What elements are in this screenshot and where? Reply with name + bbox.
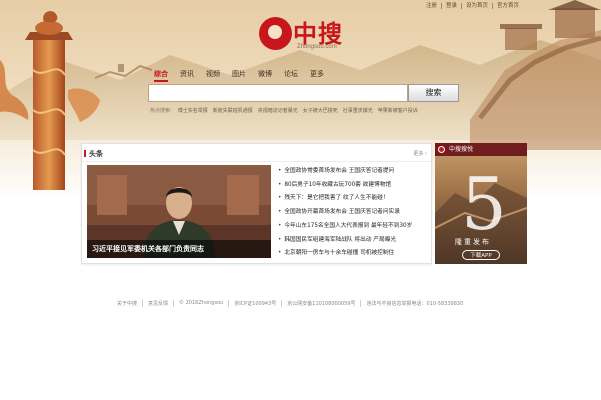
- search-tabs: 综合 资讯 视频 图片 微博 论坛 更多: [154, 69, 336, 82]
- logo-mark-icon: [259, 17, 292, 50]
- headline-photo-caption[interactable]: 习近平接见军委机关各部门负责同志: [87, 240, 271, 258]
- footer-icp-link[interactable]: 京ICP证100943号: [228, 300, 281, 307]
- hot-search-link[interactable]: 央视暗访记者暴光: [258, 107, 298, 114]
- headline-list: 全国政协常委首场发布会 王国庆答记者提问 80后男子10年收藏古玩700套 欲建…: [278, 165, 428, 261]
- promo-subtitle: 隆重发布: [455, 238, 491, 246]
- tab-more[interactable]: 更多: [310, 69, 324, 82]
- search-button[interactable]: 搜索: [408, 84, 459, 102]
- download-app-button[interactable]: 下载APP: [462, 250, 500, 260]
- tab-comprehensive[interactable]: 综合: [154, 69, 168, 82]
- headlines-more-link[interactable]: 更多 ›: [413, 150, 427, 157]
- headline-item[interactable]: 北京朝阳一房车与十余车碰撞 司机被控制住: [278, 247, 428, 261]
- headline-item[interactable]: 80后男子10年收藏古玩700套 欲建博物馆: [278, 179, 428, 193]
- headlines-title: 头条: [84, 150, 103, 158]
- promo-number: 5: [461, 162, 507, 246]
- hot-search-link[interactable]: 社事重庆爆光: [343, 107, 373, 114]
- search-input[interactable]: [148, 84, 408, 102]
- headline-item[interactable]: 全国政协常委首场发布会 王国庆答记者提问: [278, 165, 428, 179]
- footer-about-link[interactable]: 关于中搜: [117, 300, 142, 307]
- tab-forum[interactable]: 论坛: [284, 69, 298, 82]
- headline-item[interactable]: 残天下：是它把我害了 纹了人生不能碰！: [278, 192, 428, 206]
- headline-item[interactable]: 韩国国民军组建海军陆战队 将出动 产局曝光: [278, 234, 428, 248]
- tab-images[interactable]: 图片: [232, 69, 246, 82]
- footer-feedback-link[interactable]: 意见反馈: [142, 300, 173, 307]
- headline-item[interactable]: 全国政协开幕首场发布会 王国庆答记者问实录: [278, 206, 428, 220]
- tab-video[interactable]: 视频: [206, 69, 220, 82]
- tab-news[interactable]: 资讯: [180, 69, 194, 82]
- headline-item[interactable]: 今年山东175名全国人大代表报到 最年轻不到30岁: [278, 220, 428, 234]
- app-promo-banner[interactable]: 中搜搜悦 5 隆重发布 下载APP: [435, 143, 527, 264]
- hot-search-link[interactable]: 女子被大巴撞死: [303, 107, 338, 114]
- hot-searches: 热点搜索: 博士实名举报 新航失联班机通报 央视暗访记者暴光 女子被大巴撞死 社…: [150, 107, 423, 114]
- headlines-panel: 头条 更多 › 习近平接见军委机关各部门负责同志 全国政协常委首场发布会 王国庆…: [81, 143, 432, 264]
- footer-copyright: © 2016Zhongsou: [173, 300, 228, 307]
- hot-search-link[interactable]: 新航失联班机通报: [213, 107, 253, 114]
- login-link[interactable]: 登录: [440, 3, 461, 9]
- register-link[interactable]: 注册: [422, 3, 441, 9]
- promo-header: 中搜搜悦: [435, 143, 527, 156]
- hot-searches-label: 热点搜索:: [150, 108, 172, 114]
- hot-search-link[interactable]: 博士实名举报: [178, 107, 208, 114]
- zhongsou-logo[interactable]: 中搜 Zhongsou.com: [259, 16, 354, 56]
- logo-domain: Zhongsou.com: [297, 44, 337, 50]
- official-homepage-link[interactable]: 官方首页: [491, 3, 523, 9]
- top-links: 注册 登录 设为首页 官方首页: [422, 3, 523, 9]
- set-homepage-link[interactable]: 设为首页: [460, 3, 492, 9]
- headlines-header: 头条 更多 ›: [82, 144, 431, 162]
- tab-weibo[interactable]: 微博: [258, 69, 272, 82]
- footer-report-phone: 违法与不良信息举报电话：010-58339830: [360, 300, 468, 307]
- footer-police-record-link[interactable]: 京公网安备110108000059号: [281, 300, 360, 307]
- hot-search-link[interactable]: 苹果新被客户投诉: [378, 107, 418, 114]
- footer-links: 关于中搜 意见反馈 © 2016Zhongsou 京ICP证100943号 京公…: [117, 300, 468, 307]
- headline-photo[interactable]: 习近平接见军委机关各部门负责同志: [87, 165, 271, 258]
